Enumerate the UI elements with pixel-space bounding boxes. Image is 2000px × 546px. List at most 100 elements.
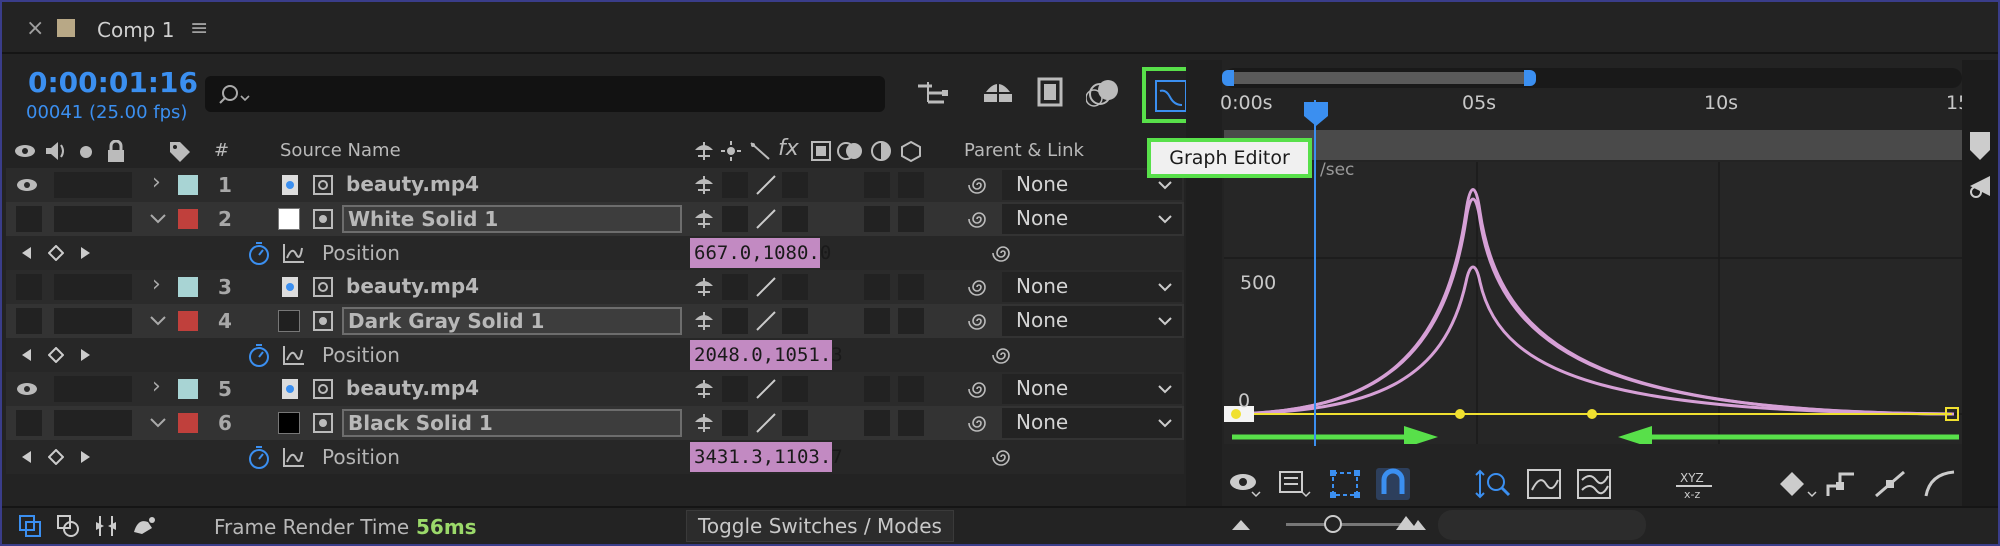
position-value[interactable]: 667.0,1080.0 (690, 238, 831, 268)
solo-switch[interactable] (80, 172, 106, 198)
property-row[interactable]: Position 667.0,1080.0 (6, 236, 1184, 270)
stopwatch-icon[interactable] (246, 240, 272, 266)
panel-menu-icon[interactable]: ≡ (190, 16, 208, 41)
graph-editor-area[interactable]: 500 0 /sec (1224, 160, 1962, 444)
linear-keyframe-icon[interactable] (1872, 468, 1908, 500)
fx-switch[interactable] (782, 274, 808, 300)
close-tab-icon[interactable]: × (26, 16, 44, 41)
layer-source-name[interactable]: beauty.mp4 (346, 274, 479, 298)
graph-toggle-icon[interactable] (282, 446, 306, 468)
pickwhip-spiral-icon[interactable] (968, 412, 990, 434)
motion-blur-icon[interactable] (1086, 76, 1120, 108)
frame-blending-icon[interactable] (1036, 76, 1066, 108)
add-keyframe-icon[interactable] (48, 347, 64, 363)
time-navigator-range[interactable] (1230, 72, 1526, 84)
quality-switch-icon[interactable] (754, 377, 778, 401)
fx-switch[interactable] (782, 376, 808, 402)
pickwhip-spiral-icon[interactable] (968, 174, 990, 196)
draft-3d-icon[interactable] (980, 74, 1016, 108)
pickwhip-spiral-icon[interactable] (968, 378, 990, 400)
solo-switch[interactable] (80, 274, 106, 300)
collapse-switch[interactable] (722, 308, 748, 334)
lock-switch[interactable] (106, 308, 132, 334)
shy-switch-icon[interactable] (692, 208, 716, 230)
add-keyframe-icon[interactable] (48, 449, 64, 465)
comp-tab-title[interactable]: Comp 1 (97, 18, 174, 42)
auto-bezier-icon[interactable] (1922, 468, 1958, 500)
visibility-switch[interactable] (16, 308, 42, 334)
collapse-switch[interactable] (722, 274, 748, 300)
expand-chevron-icon[interactable]: › (152, 272, 161, 297)
layer-row[interactable]: › 3 beauty.mp4 None (6, 270, 1184, 304)
position-value[interactable]: 3431.3,1103.7 (690, 442, 843, 472)
adjustment-switch[interactable] (864, 206, 890, 232)
visibility-eye-icon[interactable] (16, 382, 38, 396)
expand-chevron-down-icon[interactable] (150, 214, 166, 224)
collapse-switch[interactable] (722, 172, 748, 198)
toggle-switches-modes-button[interactable]: Toggle Switches / Modes (686, 510, 954, 542)
navigator-start-handle[interactable] (1222, 70, 1234, 86)
separate-dimensions-icon[interactable]: XYZ x-z (1674, 468, 1714, 500)
label-color-swatch[interactable] (178, 209, 198, 229)
solo-switch[interactable] (80, 376, 106, 402)
expand-chevron-down-icon[interactable] (150, 316, 166, 326)
audio-switch[interactable] (54, 206, 80, 232)
comp-marker-icon[interactable] (1966, 172, 1994, 200)
layer-switches-pane-icon[interactable] (18, 514, 42, 538)
property-row[interactable]: Position 2048.0,1051.3 (6, 338, 1184, 372)
fx-switch[interactable] (782, 206, 808, 232)
zoom-slider-track[interactable] (1286, 523, 1404, 526)
parent-dropdown[interactable]: None (1002, 204, 1182, 234)
layer-source-name[interactable]: White Solid 1 (342, 205, 682, 233)
expand-chevron-down-icon[interactable] (150, 418, 166, 428)
transfer-controls-pane-icon[interactable] (56, 514, 80, 538)
work-area-bar[interactable] (1224, 130, 1962, 160)
stopwatch-icon[interactable] (246, 342, 272, 368)
prev-keyframe-icon[interactable] (20, 348, 32, 362)
fit-selection-icon[interactable] (1526, 468, 1562, 500)
3d-switch[interactable] (898, 172, 924, 198)
in-out-duration-pane-icon[interactable] (94, 514, 118, 538)
layer-source-name[interactable]: beauty.mp4 (346, 376, 479, 400)
render-time-pane-icon[interactable] (130, 514, 158, 538)
quality-switch-icon[interactable] (754, 275, 778, 299)
prev-keyframe-icon[interactable] (20, 246, 32, 260)
zoom-slider-thumb[interactable] (1324, 515, 1342, 533)
expand-chevron-icon[interactable]: › (152, 374, 161, 399)
next-keyframe-icon[interactable] (80, 246, 92, 260)
label-color-swatch[interactable] (178, 379, 198, 399)
fx-switch[interactable] (782, 410, 808, 436)
3d-switch[interactable] (898, 206, 924, 232)
expand-chevron-icon[interactable]: › (152, 170, 161, 195)
shy-switch-icon[interactable] (692, 378, 716, 400)
lock-switch[interactable] (106, 410, 132, 436)
parent-dropdown[interactable]: None (1002, 272, 1182, 302)
parent-dropdown[interactable]: None (1002, 306, 1182, 336)
layer-row[interactable]: 2 White Solid 1 None (6, 202, 1184, 236)
quality-switch-icon[interactable] (754, 309, 778, 333)
add-keyframe-icon[interactable] (48, 245, 64, 261)
lock-switch[interactable] (106, 206, 132, 232)
audio-switch[interactable] (54, 274, 80, 300)
layer-row[interactable]: › 1 beauty.mp4 None (6, 168, 1184, 202)
adjustment-switch[interactable] (864, 172, 890, 198)
prev-keyframe-icon[interactable] (20, 450, 32, 464)
zoom-out-mountain-icon[interactable] (1230, 516, 1252, 532)
pickwhip-spiral-icon[interactable] (992, 446, 1014, 468)
graph-type-icon[interactable] (1278, 470, 1312, 498)
parent-link-column-header[interactable]: Parent & Link (964, 140, 1084, 161)
3d-switch[interactable] (898, 274, 924, 300)
edit-keyframe-icon[interactable] (1778, 468, 1818, 500)
layer-source-name[interactable]: Black Solid 1 (342, 409, 682, 437)
quality-switch-icon[interactable] (754, 411, 778, 435)
graph-editor-canvas[interactable] (1224, 162, 1962, 444)
quality-switch-icon[interactable] (754, 173, 778, 197)
pickwhip-spiral-icon[interactable] (968, 276, 990, 298)
layer-row[interactable]: 6 Black Solid 1 None (6, 406, 1184, 440)
audio-switch[interactable] (54, 410, 80, 436)
3d-switch[interactable] (898, 308, 924, 334)
layer-row[interactable]: › 5 beauty.mp4 None (6, 372, 1184, 406)
playhead-handle-icon[interactable] (1302, 100, 1332, 128)
layer-search-input[interactable] (205, 76, 885, 112)
lock-switch[interactable] (106, 172, 132, 198)
